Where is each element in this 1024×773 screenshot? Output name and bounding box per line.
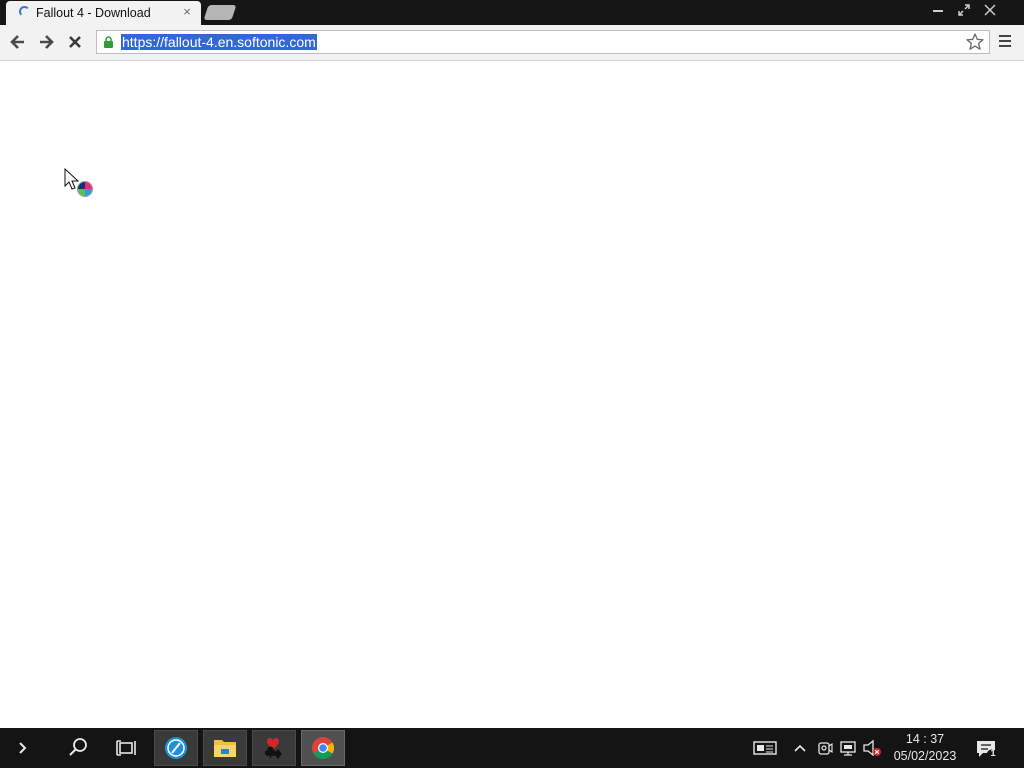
chrome-app[interactable] (301, 730, 345, 766)
folder-icon (214, 740, 236, 757)
news-icon[interactable] (752, 728, 778, 768)
title-bar: Fallout 4 - Download × (0, 0, 1024, 25)
minimize-button[interactable] (926, 3, 950, 21)
chrome-icon (312, 737, 334, 759)
browser-tab[interactable]: Fallout 4 - Download × (6, 1, 201, 25)
chevron-right-icon[interactable] (12, 728, 34, 768)
new-tab-button[interactable] (203, 5, 237, 20)
action-center-button[interactable]: 1 (974, 728, 1000, 768)
clock-date: 05/02/2023 (893, 749, 957, 763)
restore-icon (958, 4, 970, 16)
network-icon[interactable] (838, 728, 858, 768)
notification-count: 1 (990, 748, 996, 759)
restore-button[interactable] (952, 3, 976, 21)
browser-toolbar: https://fallout-4.en.softonic.com (0, 25, 1024, 61)
stop-button[interactable] (62, 29, 88, 55)
page-content[interactable] (0, 61, 1024, 728)
url-text[interactable]: https://fallout-4.en.softonic.com (121, 34, 317, 50)
card-suits-icon (265, 738, 282, 759)
browser-blue-app[interactable] (154, 730, 198, 766)
minimize-icon (933, 10, 943, 12)
address-bar[interactable]: https://fallout-4.en.softonic.com (96, 30, 990, 54)
file-explorer-app[interactable] (203, 730, 247, 766)
search-icon[interactable] (64, 728, 92, 768)
tab-close-icon[interactable]: × (180, 5, 194, 19)
forward-button[interactable] (33, 29, 59, 55)
arrow-left-icon (10, 35, 24, 49)
back-button[interactable] (5, 29, 31, 55)
browser-blue-icon (165, 737, 187, 759)
stop-x-icon (69, 36, 81, 48)
lock-icon (104, 36, 113, 48)
system-clock[interactable]: 14 : 37 05/02/2023 (886, 731, 964, 765)
arrow-right-icon (40, 35, 54, 49)
taskbar: 14 : 37 05/02/2023 1 (0, 728, 1024, 768)
volume-muted-icon[interactable] (862, 728, 884, 768)
solitaire-app[interactable] (252, 730, 296, 766)
arrow-busy-icon (64, 168, 93, 197)
close-icon (984, 4, 996, 16)
close-window-button[interactable] (978, 3, 1002, 21)
chevron-up-icon[interactable] (792, 728, 808, 768)
webcam-icon[interactable] (816, 728, 834, 768)
hamburger-menu-icon[interactable] (998, 34, 1012, 48)
clock-time: 14 : 37 (905, 732, 945, 746)
tab-title: Fallout 4 - Download (36, 6, 151, 20)
star-icon[interactable] (965, 32, 985, 52)
loading-spinner-icon (19, 6, 30, 17)
task-view-icon[interactable] (112, 728, 140, 768)
